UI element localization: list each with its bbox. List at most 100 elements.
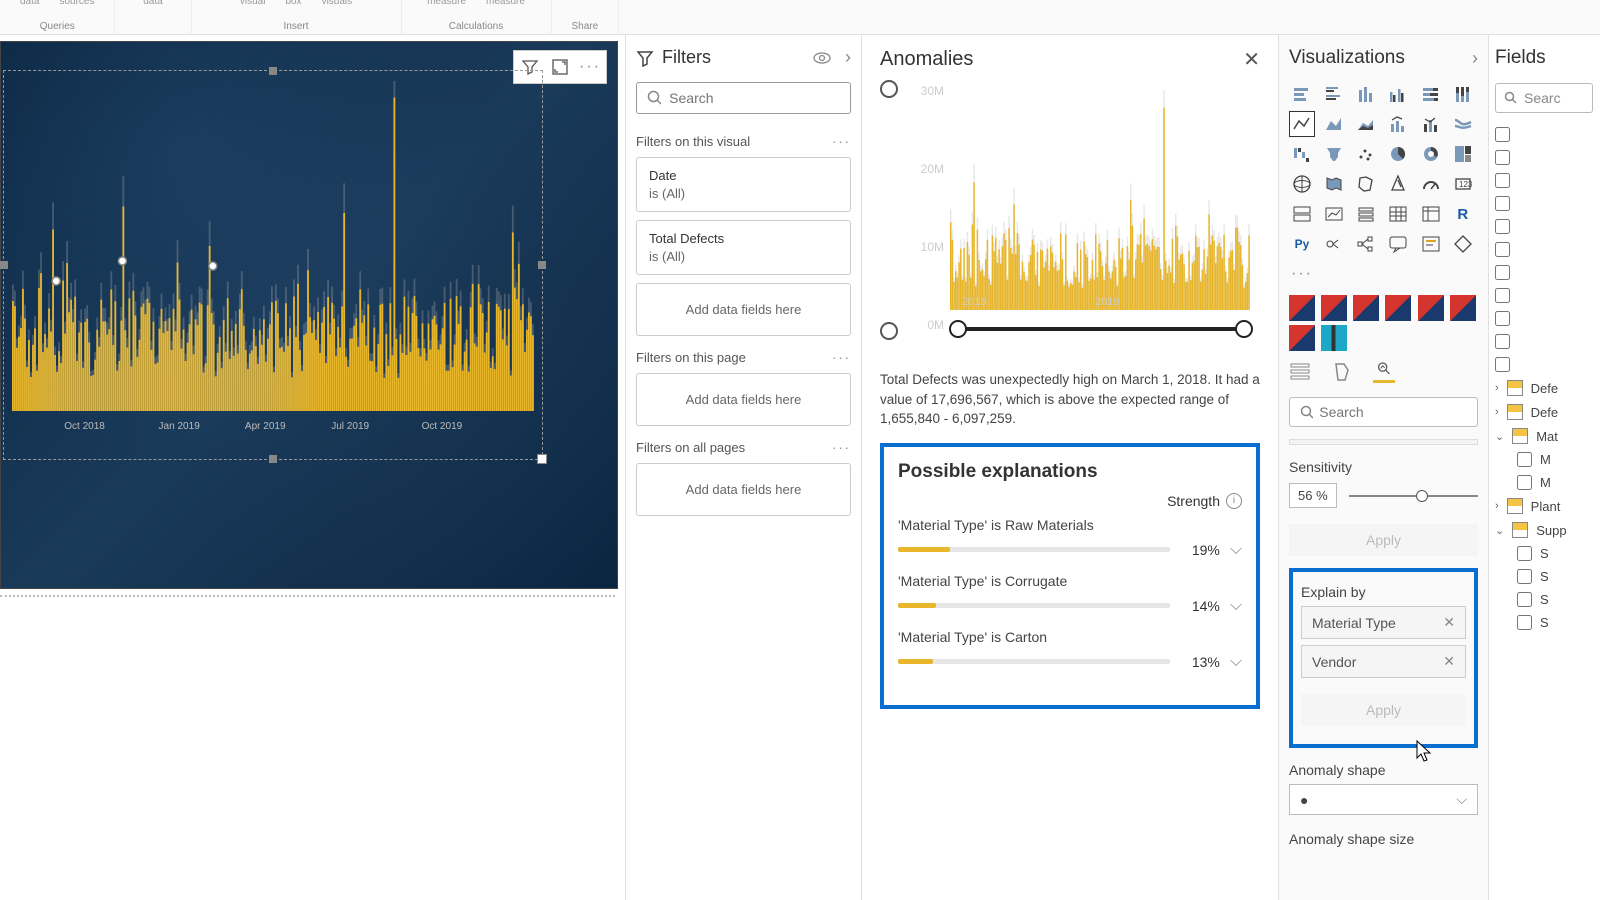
explanation-item[interactable]: 'Material Type' is Carton 13% ⌵ xyxy=(898,629,1242,671)
line-chart-icon[interactable] xyxy=(1289,111,1315,137)
field-table[interactable]: ›Defe xyxy=(1495,404,1593,420)
pie-icon[interactable] xyxy=(1385,141,1411,167)
field-checkbox[interactable]: S xyxy=(1495,569,1593,584)
stacked-area-icon[interactable] xyxy=(1353,111,1379,137)
explanation-item[interactable]: 'Material Type' is Corrugate 14% ⌵ xyxy=(898,573,1242,615)
combo-chart-icon[interactable] xyxy=(1385,111,1411,137)
anomaly-shape-select[interactable]: ●⌵ xyxy=(1289,784,1478,815)
azure-map-icon[interactable] xyxy=(1385,171,1411,197)
field-checkbox[interactable] xyxy=(1495,288,1593,303)
combo-chart-2-icon[interactable] xyxy=(1418,111,1444,137)
ribbon-item[interactable]: measure xyxy=(427,0,466,7)
field-checkbox[interactable]: S xyxy=(1495,592,1593,607)
focus-mode-icon[interactable] xyxy=(546,53,574,81)
area-chart-icon[interactable] xyxy=(1321,111,1347,137)
ribbon-item[interactable]: measure xyxy=(486,0,525,7)
filters-search-input[interactable] xyxy=(669,90,840,106)
more-icon[interactable]: ··· xyxy=(832,440,851,455)
ribbon-item[interactable] xyxy=(583,0,586,7)
kpi-icon[interactable] xyxy=(1321,201,1347,227)
selected-visual[interactable]: Oct 2018Jan 2019Apr 2019Jul 2019Oct 2019 xyxy=(3,70,543,460)
table-icon[interactable] xyxy=(1385,201,1411,227)
stacked-column-100-icon[interactable] xyxy=(1450,81,1476,107)
custom-visual-icon[interactable] xyxy=(1289,295,1315,321)
eye-icon[interactable] xyxy=(813,51,831,65)
stacked-bar-icon[interactable] xyxy=(1289,81,1315,107)
slicer-icon[interactable] xyxy=(1353,201,1379,227)
fields-search[interactable]: Searc xyxy=(1495,83,1593,113)
ribbon-chart-icon[interactable] xyxy=(1450,111,1476,137)
info-icon[interactable]: i xyxy=(1226,493,1242,509)
field-checkbox[interactable] xyxy=(1495,242,1593,257)
funnel-icon[interactable] xyxy=(1321,141,1347,167)
matrix-icon[interactable] xyxy=(1418,201,1444,227)
ribbon-item[interactable]: sources xyxy=(59,0,94,7)
map-icon[interactable] xyxy=(1289,171,1315,197)
field-checkbox[interactable] xyxy=(1495,219,1593,234)
ribbon-item[interactable]: visuals xyxy=(322,0,353,7)
report-canvas[interactable]: ··· Oct 2018Jan 2019Apr 2019Jul 2019Oct … xyxy=(0,35,625,900)
range-thumb-left[interactable] xyxy=(949,320,967,338)
time-range-slider[interactable] xyxy=(952,320,1250,338)
smart-narrative-icon[interactable] xyxy=(1418,231,1444,257)
range-thumb-right[interactable] xyxy=(1235,320,1253,338)
gauge-icon[interactable] xyxy=(1418,171,1444,197)
drop-zone-visual[interactable]: Add data fields here xyxy=(636,283,851,336)
custom-visual-icon[interactable] xyxy=(1450,295,1476,321)
sensitivity-value[interactable]: 56 % xyxy=(1289,483,1337,508)
field-table[interactable]: ›Defe xyxy=(1495,380,1593,396)
donut-icon[interactable] xyxy=(1418,141,1444,167)
custom-visual-icon[interactable] xyxy=(1321,325,1347,351)
filters-search[interactable] xyxy=(636,82,851,114)
card-icon[interactable]: 123 xyxy=(1450,171,1476,197)
field-checkbox[interactable]: M xyxy=(1495,475,1593,490)
custom-visual-icon[interactable] xyxy=(1418,295,1444,321)
remove-icon[interactable]: ✕ xyxy=(1443,653,1455,670)
analytics-tab-icon[interactable] xyxy=(1373,361,1395,383)
decomposition-tree-icon[interactable] xyxy=(1353,231,1379,257)
field-table[interactable]: ⌄Supp xyxy=(1495,522,1593,538)
properties-search[interactable] xyxy=(1289,397,1478,427)
field-checkbox[interactable] xyxy=(1495,196,1593,211)
filter-card-date[interactable]: Date is (All) xyxy=(636,157,851,212)
filter-card-defects[interactable]: Total Defects is (All) xyxy=(636,220,851,275)
treemap-icon[interactable] xyxy=(1450,141,1476,167)
clustered-bar-icon[interactable] xyxy=(1321,81,1347,107)
python-visual-icon[interactable]: Py xyxy=(1289,231,1315,257)
field-checkbox[interactable]: M xyxy=(1495,452,1593,467)
qa-visual-icon[interactable] xyxy=(1385,231,1411,257)
stacked-column-icon[interactable] xyxy=(1353,81,1379,107)
custom-visual-icon[interactable] xyxy=(1353,295,1379,321)
collapse-icon[interactable]: › xyxy=(1472,48,1478,69)
more-visuals-icon[interactable]: ··· xyxy=(1289,263,1478,285)
stacked-bar-100-icon[interactable] xyxy=(1418,81,1444,107)
chevron-down-icon[interactable]: ⌵ xyxy=(1230,597,1242,615)
multi-row-card-icon[interactable] xyxy=(1289,201,1315,227)
apply-button[interactable]: Apply xyxy=(1301,694,1466,726)
shape-map-icon[interactable] xyxy=(1353,171,1379,197)
close-icon[interactable]: ✕ xyxy=(1243,47,1260,72)
scatter-icon[interactable] xyxy=(1353,141,1379,167)
more-options-icon[interactable]: ··· xyxy=(576,53,604,81)
sensitivity-slider[interactable] xyxy=(1349,495,1478,497)
custom-visual-icon[interactable] xyxy=(1289,325,1315,351)
paginated-report-icon[interactable] xyxy=(1450,231,1476,257)
explain-field-vendor[interactable]: Vendor✕ xyxy=(1301,645,1466,678)
key-influencers-icon[interactable] xyxy=(1321,231,1347,257)
ribbon-item[interactable]: data xyxy=(20,0,39,7)
drop-zone-page[interactable]: Add data fields here xyxy=(636,373,851,426)
ribbon-item[interactable]: box xyxy=(285,0,301,7)
ribbon-item[interactable]: visual xyxy=(240,0,266,7)
field-table[interactable]: ⌄Mat xyxy=(1495,428,1593,444)
remove-icon[interactable]: ✕ xyxy=(1443,614,1455,631)
field-checkbox[interactable]: S xyxy=(1495,546,1593,561)
more-icon[interactable]: ··· xyxy=(832,134,851,149)
waterfall-icon[interactable] xyxy=(1289,141,1315,167)
clustered-column-icon[interactable] xyxy=(1385,81,1411,107)
range-knob-bottom[interactable] xyxy=(880,322,898,340)
apply-button[interactable]: Apply xyxy=(1289,524,1478,556)
field-table[interactable]: ›Plant xyxy=(1495,498,1593,514)
explanation-item[interactable]: 'Material Type' is Raw Materials 19% ⌵ xyxy=(898,517,1242,559)
field-checkbox[interactable] xyxy=(1495,334,1593,349)
r-visual-icon[interactable]: R xyxy=(1450,201,1476,227)
